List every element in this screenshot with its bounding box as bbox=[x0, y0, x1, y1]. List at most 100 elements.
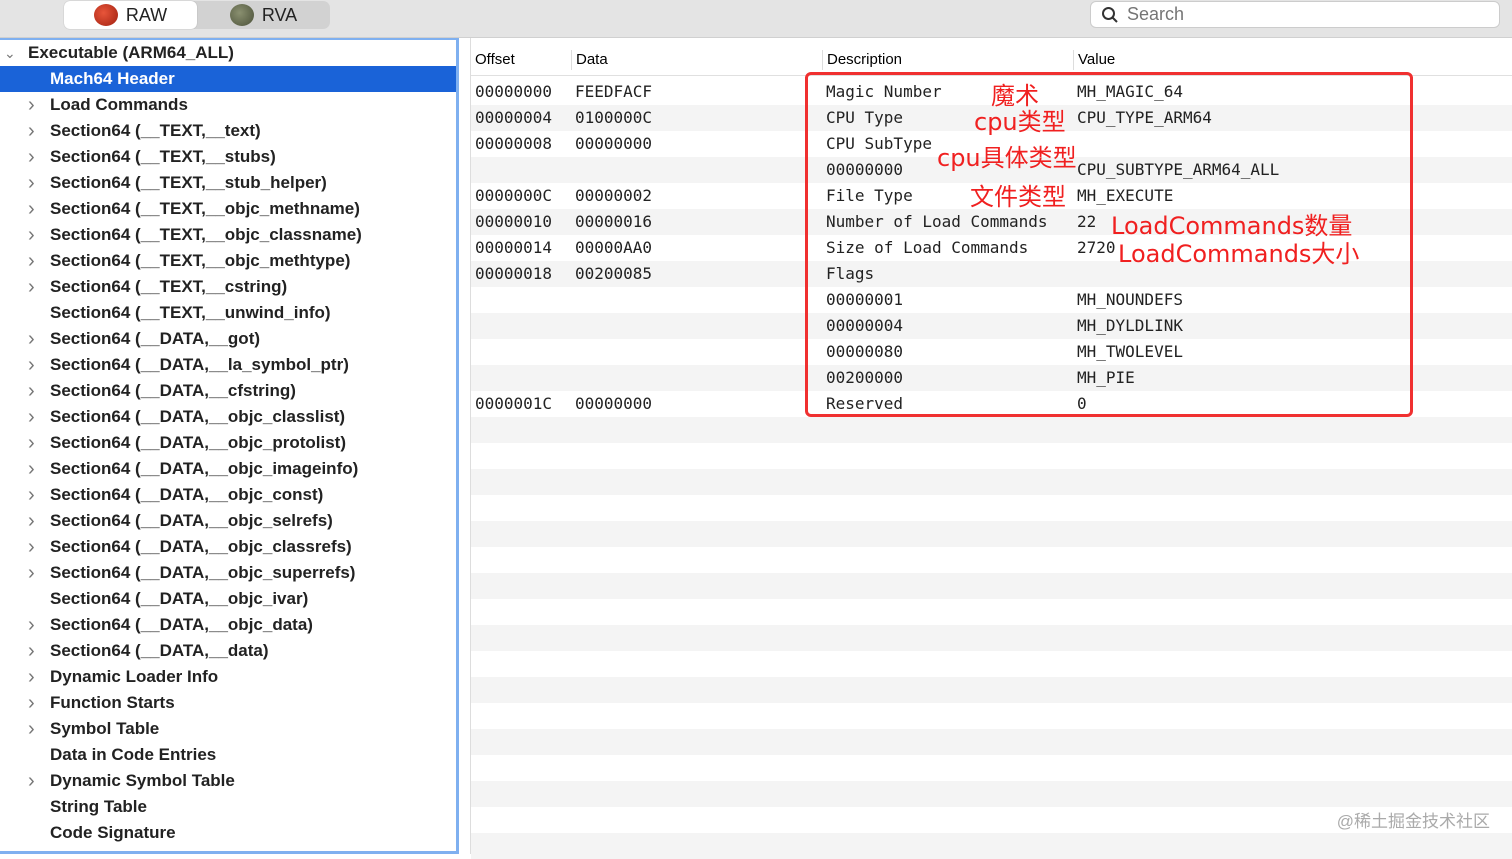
tree-item[interactable]: › Section64 (__DATA,__objc_imageinfo) bbox=[0, 456, 456, 482]
tree-item[interactable]: › Section64 (__DATA,__objc_classrefs) bbox=[0, 534, 456, 560]
table-row[interactable]: 00000080 MH_TWOLEVEL bbox=[471, 339, 1512, 365]
chevron-right-icon[interactable]: › bbox=[28, 640, 35, 663]
tree-item[interactable]: › Section64 (__DATA,__cfstring) bbox=[0, 378, 456, 404]
tree-item[interactable]: Data in Code Entries bbox=[0, 742, 456, 768]
tree-item[interactable]: › Section64 (__TEXT,__objc_methname) bbox=[0, 196, 456, 222]
chevron-right-icon[interactable]: › bbox=[28, 718, 35, 741]
chevron-right-icon[interactable]: › bbox=[28, 146, 35, 169]
table-row[interactable] bbox=[471, 729, 1512, 755]
tree-item[interactable]: › Symbol Table bbox=[0, 716, 456, 742]
raw-label: RAW bbox=[125, 4, 168, 25]
column-header-data[interactable]: Data bbox=[571, 50, 608, 70]
tree-item[interactable]: › Section64 (__TEXT,__objc_methtype) bbox=[0, 248, 456, 274]
chevron-right-icon[interactable]: › bbox=[28, 380, 35, 403]
table-row[interactable]: 00200000 MH_PIE bbox=[471, 365, 1512, 391]
tree-item-label: Code Signature bbox=[50, 823, 176, 842]
tree-item[interactable]: › Section64 (__DATA,__objc_protolist) bbox=[0, 430, 456, 456]
chevron-right-icon[interactable]: › bbox=[28, 276, 35, 299]
tree-item[interactable]: › Function Starts bbox=[0, 690, 456, 716]
raw-button[interactable]: RAW bbox=[64, 1, 197, 29]
offset-cell: 00000000 bbox=[475, 82, 553, 101]
tree-item[interactable]: › Section64 (__TEXT,__stub_helper) bbox=[0, 170, 456, 196]
tree-item[interactable]: › Section64 (__DATA,__data) bbox=[0, 638, 456, 664]
tree-item-label: Section64 (__DATA,__objc_ivar) bbox=[50, 589, 309, 608]
chevron-right-icon[interactable]: › bbox=[28, 432, 35, 455]
tree-item[interactable]: › Section64 (__DATA,__la_symbol_ptr) bbox=[0, 352, 456, 378]
search-field[interactable] bbox=[1090, 1, 1500, 28]
tree-item-label: Section64 (__DATA,__objc_data) bbox=[50, 615, 313, 634]
tree-root[interactable]: ⌄ Executable (ARM64_ALL) bbox=[0, 40, 456, 66]
table-row[interactable] bbox=[471, 781, 1512, 807]
tree-item[interactable]: › Dynamic Symbol Table bbox=[0, 768, 456, 794]
search-input[interactable] bbox=[1127, 4, 1427, 25]
table-row[interactable] bbox=[471, 521, 1512, 547]
tree-item[interactable]: Section64 (__TEXT,__unwind_info) bbox=[0, 300, 456, 326]
chevron-right-icon[interactable]: › bbox=[28, 536, 35, 559]
chevron-right-icon[interactable]: › bbox=[28, 406, 35, 429]
chevron-right-icon[interactable]: › bbox=[28, 692, 35, 715]
table-row[interactable] bbox=[471, 573, 1512, 599]
table-row[interactable] bbox=[471, 599, 1512, 625]
table-row[interactable] bbox=[471, 547, 1512, 573]
chevron-right-icon[interactable]: › bbox=[28, 614, 35, 637]
chevron-right-icon[interactable]: › bbox=[28, 172, 35, 195]
chevron-right-icon[interactable]: › bbox=[28, 770, 35, 793]
chevron-right-icon[interactable]: › bbox=[28, 198, 35, 221]
tree-item[interactable]: › Section64 (__TEXT,__objc_classname) bbox=[0, 222, 456, 248]
description-cell: Magic Number bbox=[826, 82, 942, 101]
chevron-right-icon[interactable]: › bbox=[28, 510, 35, 533]
table-row[interactable] bbox=[471, 651, 1512, 677]
table-row[interactable]: 0000001C 00000000 Reserved 0 bbox=[471, 391, 1512, 417]
table-row[interactable] bbox=[471, 625, 1512, 651]
tree-item[interactable]: › Load Commands bbox=[0, 92, 456, 118]
offset-cell: 0000001C bbox=[475, 394, 553, 413]
tree-item[interactable]: › Section64 (__DATA,__got) bbox=[0, 326, 456, 352]
table-row[interactable]: 00000001 MH_NOUNDEFS bbox=[471, 287, 1512, 313]
chevron-right-icon[interactable]: › bbox=[28, 328, 35, 351]
value-cell: 22 bbox=[1077, 212, 1097, 231]
table-row[interactable] bbox=[471, 703, 1512, 729]
tree-item[interactable]: › Section64 (__TEXT,__text) bbox=[0, 118, 456, 144]
annotation-file-type: 文件类型 bbox=[970, 183, 1066, 211]
rva-button[interactable]: RVA bbox=[197, 1, 330, 29]
tree-item[interactable]: › Section64 (__TEXT,__cstring) bbox=[0, 274, 456, 300]
tree-item-label: Section64 (__DATA,__la_symbol_ptr) bbox=[50, 355, 349, 374]
tree-item[interactable]: String Table bbox=[0, 794, 456, 820]
table-row[interactable] bbox=[471, 443, 1512, 469]
table-row[interactable]: 00000004 MH_DYLDLINK bbox=[471, 313, 1512, 339]
tree-item[interactable]: › Section64 (__DATA,__objc_selrefs) bbox=[0, 508, 456, 534]
description-cell: Number of Load Commands bbox=[826, 212, 1048, 231]
chevron-down-icon[interactable]: ⌄ bbox=[4, 45, 16, 62]
chevron-right-icon[interactable]: › bbox=[28, 562, 35, 585]
table-row[interactable] bbox=[471, 417, 1512, 443]
chevron-right-icon[interactable]: › bbox=[28, 666, 35, 689]
table-row[interactable]: 00000010 00000016 Number of Load Commands 2… bbox=[471, 209, 1512, 235]
tree-item[interactable]: › Section64 (__DATA,__objc_superrefs) bbox=[0, 560, 456, 586]
tree-item[interactable]: › Dynamic Loader Info bbox=[0, 664, 456, 690]
table-row[interactable] bbox=[471, 677, 1512, 703]
tree-item-label: Section64 (__TEXT,__cstring) bbox=[50, 277, 288, 296]
tree-item[interactable]: › Section64 (__DATA,__objc_classlist) bbox=[0, 404, 456, 430]
table-row[interactable] bbox=[471, 495, 1512, 521]
chevron-right-icon[interactable]: › bbox=[28, 120, 35, 143]
chevron-right-icon[interactable]: › bbox=[28, 94, 35, 117]
chevron-right-icon[interactable]: › bbox=[28, 224, 35, 247]
chevron-right-icon[interactable]: › bbox=[28, 354, 35, 377]
tree-item[interactable]: › Section64 (__TEXT,__stubs) bbox=[0, 144, 456, 170]
chevron-right-icon[interactable]: › bbox=[28, 250, 35, 273]
column-header-value[interactable]: Value bbox=[1073, 50, 1115, 70]
value-cell: CPU_SUBTYPE_ARM64_ALL bbox=[1077, 160, 1280, 179]
table-row[interactable] bbox=[471, 755, 1512, 781]
chevron-right-icon[interactable]: › bbox=[28, 458, 35, 481]
tree-item[interactable]: › Section64 (__DATA,__objc_data) bbox=[0, 612, 456, 638]
tree-item[interactable]: Section64 (__DATA,__objc_ivar) bbox=[0, 586, 456, 612]
tree-item[interactable]: Mach64 Header bbox=[0, 66, 456, 92]
tree-item[interactable]: › Section64 (__DATA,__objc_const) bbox=[0, 482, 456, 508]
column-header-description[interactable]: Description bbox=[822, 50, 902, 70]
chevron-right-icon[interactable]: › bbox=[28, 484, 35, 507]
tree-item[interactable]: Code Signature bbox=[0, 820, 456, 846]
column-header-offset[interactable]: Offset bbox=[471, 50, 515, 70]
table-row[interactable] bbox=[471, 469, 1512, 495]
table-row[interactable] bbox=[471, 833, 1512, 859]
watermark: @稀土掘金技术社区 bbox=[1336, 812, 1490, 831]
